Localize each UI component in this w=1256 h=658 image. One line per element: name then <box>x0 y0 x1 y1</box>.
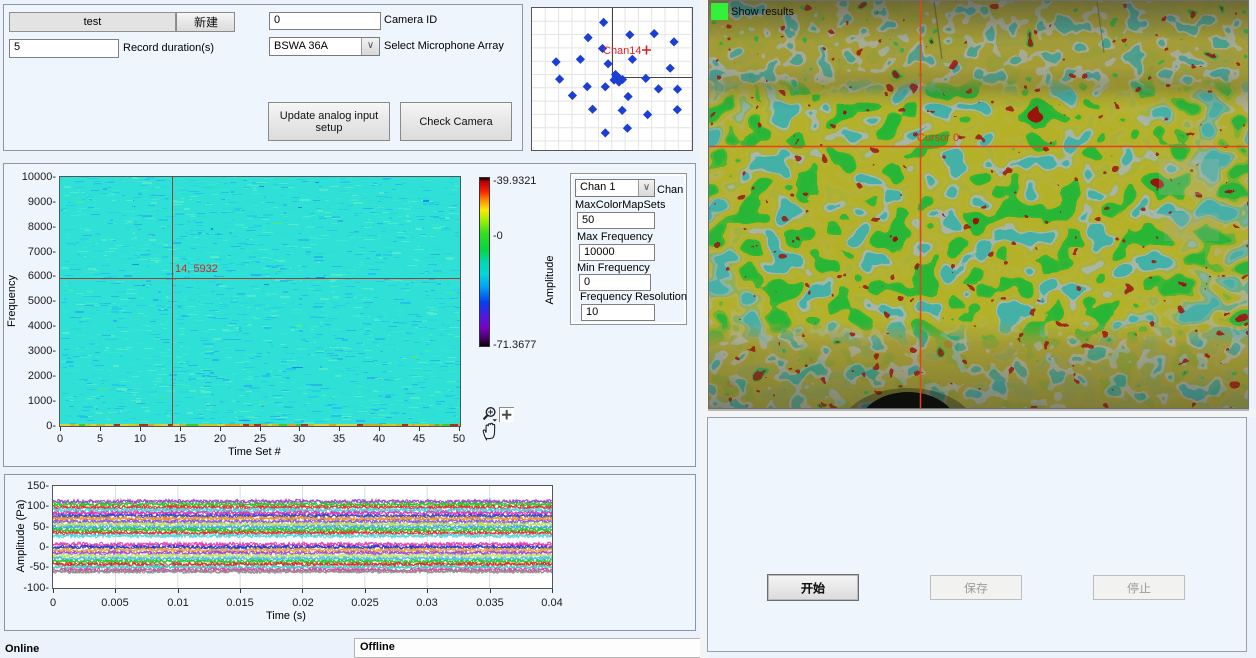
svg-text:Cursor 0: Cursor 0 <box>917 132 959 144</box>
svg-text:Chan14: Chan14 <box>603 45 642 57</box>
svg-text:Show results: Show results <box>731 6 794 18</box>
svg-text:14, 5932: 14, 5932 <box>175 263 218 275</box>
